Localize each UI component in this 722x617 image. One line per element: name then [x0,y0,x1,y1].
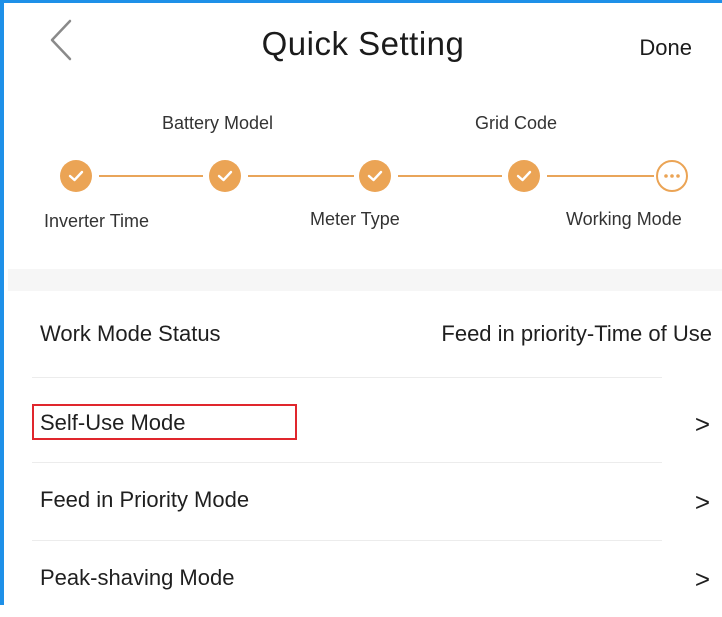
step-connector [99,175,203,177]
mode-label-peak-shaving: Peak-shaving Mode [40,565,235,590]
chevron-right-icon: > [694,564,710,594]
check-icon [516,170,532,182]
step-label-battery-model: Battery Model [162,113,274,133]
check-icon [217,170,233,182]
done-button[interactable]: Done [639,35,692,61]
work-mode-status-row: Work Mode Status Feed in priority-Time o… [8,297,722,373]
step-label-inverter-time: Inverter Time [44,211,150,231]
progress-stepper: Battery Model Grid Code Inverter Time Me… [4,98,722,248]
step-label-working-mode: Working Mode [566,209,682,229]
mode-row-peak-shaving[interactable]: Peak-shaving Mode > [8,541,722,617]
chevron-right-icon: > [694,409,710,439]
mode-label-feed-in-priority: Feed in Priority Mode [40,487,250,512]
step-label-meter-type: Meter Type [310,209,400,229]
step-node-inverter-time[interactable] [60,160,92,192]
ellipsis-icon [664,174,680,178]
row-divider [32,377,662,378]
mode-row-feed-in-priority[interactable]: Feed in Priority Mode > [8,463,722,539]
page-title: Quick Setting [261,25,465,62]
work-mode-status-value: Feed in priority-Time of Use [441,321,712,346]
work-mode-status-label: Work Mode Status [40,321,221,346]
step-label-grid-code: Grid Code [475,113,558,133]
step-connector [398,175,502,177]
check-icon [367,170,383,182]
step-connector [248,175,354,177]
step-node-grid-code[interactable] [508,160,540,192]
chevron-right-icon: > [694,487,710,517]
step-node-meter-type[interactable] [359,160,391,192]
step-node-working-mode[interactable] [656,160,688,192]
highlight-box [32,404,297,440]
check-icon [68,170,84,182]
app-frame: Quick Setting Done Battery Model Grid Co… [0,0,722,605]
step-connector [547,175,654,177]
step-node-battery-model[interactable] [209,160,241,192]
section-divider [8,269,722,291]
